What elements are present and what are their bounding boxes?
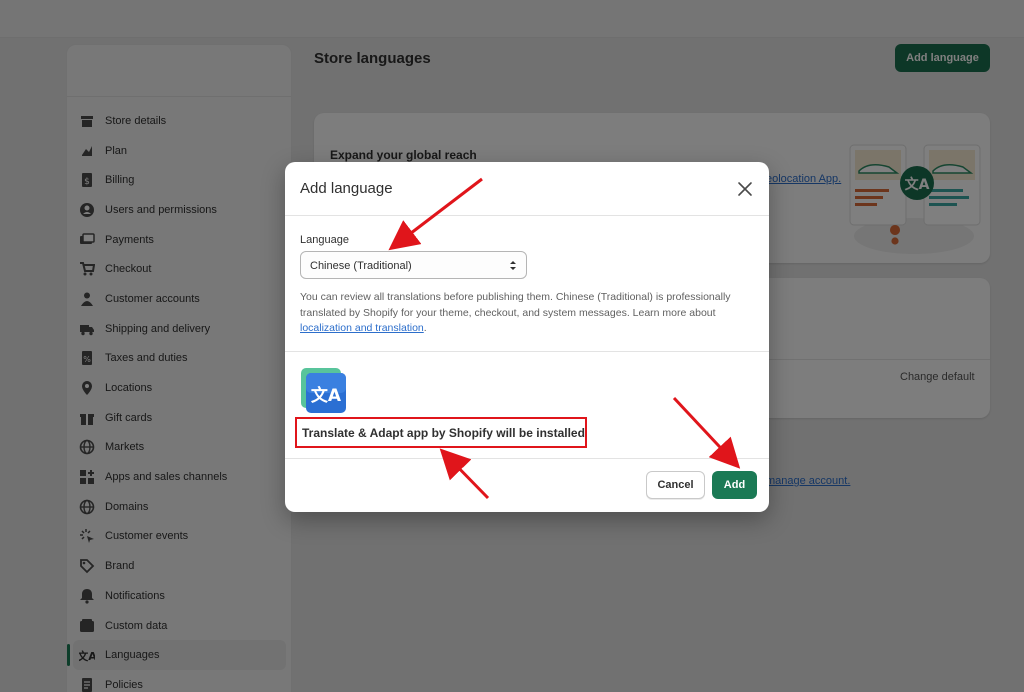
language-select-value: Chinese (Traditional) — [310, 260, 412, 272]
modal-title: Add language — [300, 180, 393, 197]
language-field-label: Language — [300, 234, 349, 246]
install-notice-text: Translate & Adapt app by Shopify will be… — [302, 426, 585, 440]
language-select[interactable]: Chinese (Traditional) — [300, 251, 527, 279]
help-text-body: You can review all translations before p… — [300, 291, 731, 319]
close-icon[interactable] — [737, 181, 753, 197]
language-section: Language Chinese (Traditional) You can r… — [285, 216, 769, 352]
modal-header: Add language — [285, 162, 769, 216]
cancel-button[interactable]: Cancel — [646, 471, 705, 499]
add-button[interactable]: Add — [712, 471, 757, 499]
modal-footer: Cancel Add — [285, 459, 769, 512]
localization-help-link[interactable]: localization and translation — [300, 322, 424, 334]
help-text: You can review all translations before p… — [300, 290, 755, 337]
svg-text:文A: 文A — [311, 385, 342, 406]
translate-adapt-app-icon: 文A — [301, 368, 346, 413]
help-text-period: . — [423, 322, 427, 334]
app-install-section: 文A Translate & Adapt app by Shopify will… — [285, 352, 769, 459]
select-caret-icon — [510, 261, 516, 270]
add-language-modal: Add language Language Chinese (Tradition… — [285, 162, 769, 512]
install-notice-highlight: Translate & Adapt app by Shopify will be… — [295, 417, 587, 448]
